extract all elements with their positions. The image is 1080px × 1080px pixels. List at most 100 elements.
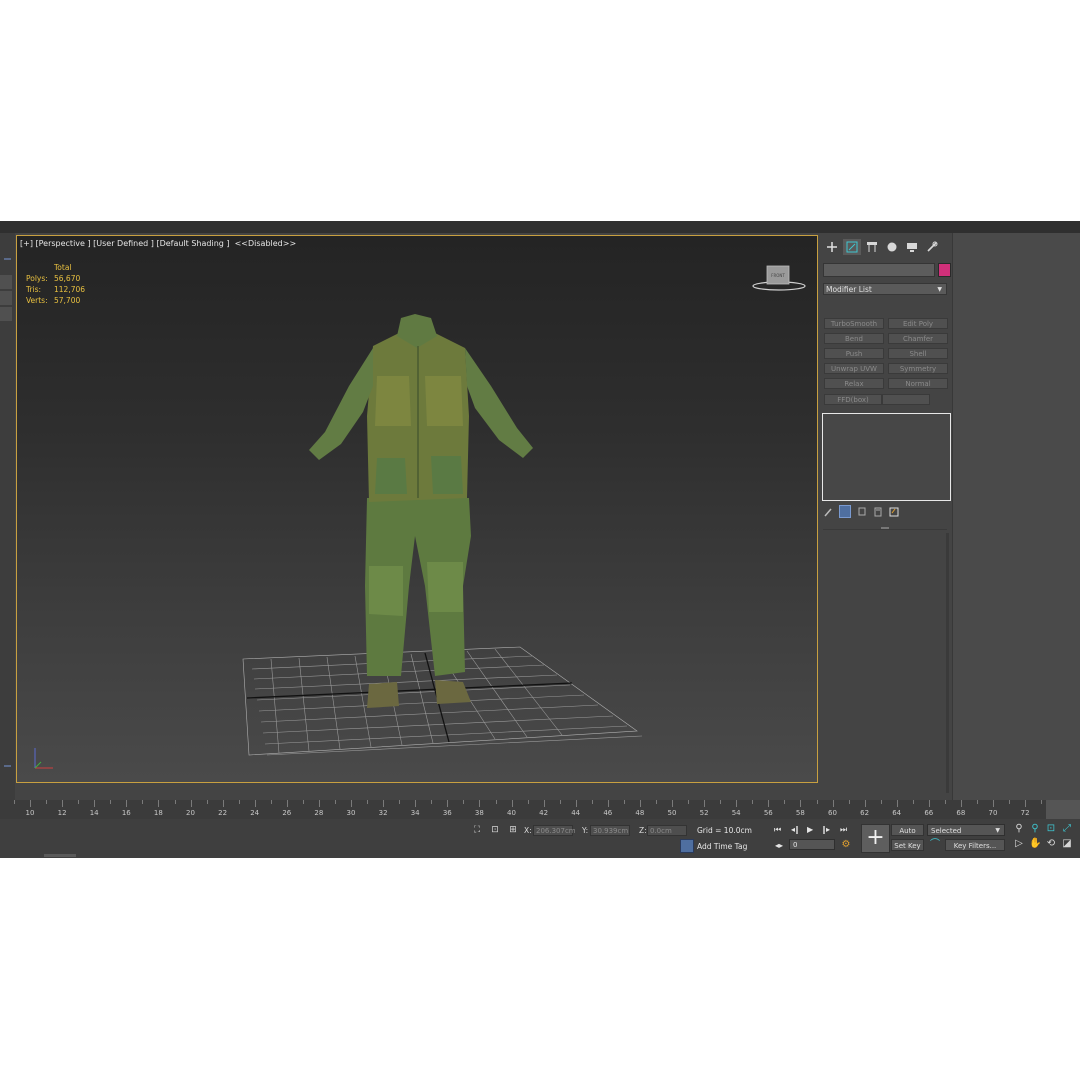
absolute-mode-icon[interactable]: ⊞	[507, 824, 519, 836]
modifier-button-push[interactable]: Push	[824, 348, 884, 359]
default-in-out-tangents-icon[interactable]: ⌒	[929, 839, 941, 851]
previous-frame-icon[interactable]: ◂‖	[791, 825, 799, 834]
scene-render	[242, 314, 643, 756]
timeline-tick	[447, 800, 449, 807]
utilities-icon[interactable]	[923, 239, 941, 255]
timeline-tick	[639, 800, 641, 807]
create-icon[interactable]	[823, 239, 841, 255]
y-coordinate-field[interactable]: 30.939cm	[590, 825, 630, 836]
timeline-tick	[1025, 800, 1027, 807]
modifier-button-ffd-box[interactable]: FFD(box)	[824, 394, 882, 405]
timeline-tick-label: 22	[218, 809, 228, 817]
timeline-tick-label: 26	[282, 809, 292, 817]
timeline-tick	[495, 800, 497, 804]
rollout-grip[interactable]	[881, 527, 889, 529]
motion-icon[interactable]	[883, 239, 901, 255]
current-frame-field[interactable]: 0	[789, 839, 835, 850]
status-bar: ⛶ ⊡ ⊞ X: 206.307cm Y: 30.939cm Z: 0.0cm …	[0, 819, 1080, 858]
timeline-tick	[993, 800, 995, 807]
modifier-stack-list[interactable]	[822, 413, 951, 501]
selection-lock-icon[interactable]: ⊡	[489, 824, 501, 836]
orbit-icon[interactable]: ⟲	[1045, 838, 1057, 850]
remove-modifier-icon[interactable]	[873, 506, 883, 517]
timeline-tick-label: 48	[635, 809, 645, 817]
pan-view-icon[interactable]: ✋	[1029, 838, 1041, 850]
set-key-button[interactable]: Set Key	[891, 839, 924, 851]
zoom-extents-all-icon[interactable]: ⤢	[1061, 823, 1073, 835]
add-time-tag-button[interactable]: Add Time Tag	[697, 842, 747, 851]
panel-scrollbar[interactable]	[946, 533, 949, 793]
timeline-tick-label: 56	[763, 809, 773, 817]
right-empty-panel	[952, 233, 1080, 800]
modifier-button-edit-poly[interactable]: Edit Poly	[888, 318, 948, 329]
timeline-tick	[752, 800, 754, 804]
modifier-button-bend[interactable]: Bend	[824, 333, 884, 344]
field-of-view-icon[interactable]: ▷	[1013, 838, 1025, 850]
modifier-button-unwrap-uvw[interactable]: Unwrap UVW	[824, 363, 884, 374]
hierarchy-icon[interactable]	[863, 239, 881, 255]
display-icon[interactable]	[903, 239, 921, 255]
z-coordinate-field[interactable]: 0.0cm	[647, 825, 687, 836]
timeline-tick	[30, 800, 32, 807]
timeline-ruler[interactable]: 10 12 14 16 18 20 22 24 26 28 30 32 34 36 38 40 42 44 46 48…	[0, 800, 1080, 819]
goto-end-icon[interactable]: ⏭	[840, 825, 847, 835]
timeline-tick-label: 24	[250, 809, 260, 817]
next-frame-icon[interactable]: ‖▸	[822, 825, 830, 834]
timeline-tick	[479, 800, 481, 807]
timeline-tick	[688, 800, 690, 804]
isolate-selection-icon[interactable]: ⛶	[471, 824, 483, 836]
auto-key-button[interactable]: Auto Key	[891, 824, 924, 847]
object-color-swatch[interactable]	[938, 263, 951, 277]
time-configuration-icon[interactable]: ⚙	[840, 839, 852, 851]
timeline-tick-label: 10	[25, 809, 35, 817]
goto-start-icon[interactable]: ⏮	[774, 825, 781, 835]
configure-modifier-sets-icon[interactable]	[889, 506, 899, 517]
pin-stack-icon[interactable]	[823, 506, 833, 517]
left-tool-button[interactable]	[0, 307, 12, 321]
key-mode-toggle-icon[interactable]: ◂▸	[775, 841, 783, 850]
show-end-result-icon[interactable]	[839, 504, 851, 518]
left-marker	[4, 258, 11, 260]
maximize-viewport-icon[interactable]: ◪	[1061, 838, 1073, 850]
left-tool-button[interactable]	[0, 291, 12, 305]
max-application: [+] [Perspective ] [User Defined ] [Defa…	[0, 221, 1080, 858]
modifier-button-chamfer[interactable]: Chamfer	[888, 333, 948, 344]
timeline-tick	[832, 800, 834, 807]
timeline-tick-label: 40	[507, 809, 516, 817]
make-unique-icon[interactable]	[857, 506, 867, 517]
time-tag-icon[interactable]	[680, 839, 694, 853]
set-keys-icon[interactable]: +	[861, 824, 890, 853]
modifier-button-empty[interactable]	[882, 394, 930, 405]
left-tool-button[interactable]	[0, 275, 12, 289]
timeline-tick	[190, 800, 192, 807]
play-icon[interactable]: ▶	[807, 825, 813, 834]
timeline-tick	[960, 800, 962, 807]
timeline-tick	[286, 800, 288, 807]
object-name-field[interactable]	[823, 263, 935, 277]
left-toolbar-strip	[0, 233, 15, 800]
modify-icon[interactable]	[843, 239, 861, 255]
military-suit-model[interactable]	[309, 314, 533, 708]
timeline-tick	[206, 800, 208, 804]
timeline-tick	[222, 800, 224, 807]
key-filters-button[interactable]: Key Filters...	[945, 839, 1005, 851]
timeline-tick	[78, 800, 80, 804]
timeline-tick-label: 38	[474, 809, 484, 817]
top-toolbar-strip	[0, 221, 1080, 233]
zoom-all-icon[interactable]: ⚲	[1029, 823, 1041, 835]
selection-set-dropdown[interactable]: Selected ▼	[927, 824, 1005, 836]
x-coordinate-field[interactable]: 206.307cm	[533, 825, 576, 836]
zoom-icon[interactable]: ⚲	[1013, 823, 1025, 835]
modifier-button-relax[interactable]: Relax	[824, 378, 884, 389]
chevron-down-icon: ▼	[937, 286, 942, 293]
modifier-button-shell[interactable]: Shell	[888, 348, 948, 359]
timeline-tick	[672, 800, 674, 807]
modifier-button-turbosmooth[interactable]: TurboSmooth	[824, 318, 884, 329]
modifier-button-symmetry[interactable]: Symmetry	[888, 363, 948, 374]
zoom-extents-icon[interactable]: ⊡	[1045, 823, 1057, 835]
modifier-list-dropdown[interactable]: Modifier List ▼	[823, 283, 947, 295]
timeline-tick	[431, 800, 433, 804]
modifier-button-normal[interactable]: Normal	[888, 378, 948, 389]
timeline-tick	[720, 800, 722, 804]
perspective-viewport[interactable]: [+] [Perspective ] [User Defined ] [Defa…	[16, 235, 818, 783]
